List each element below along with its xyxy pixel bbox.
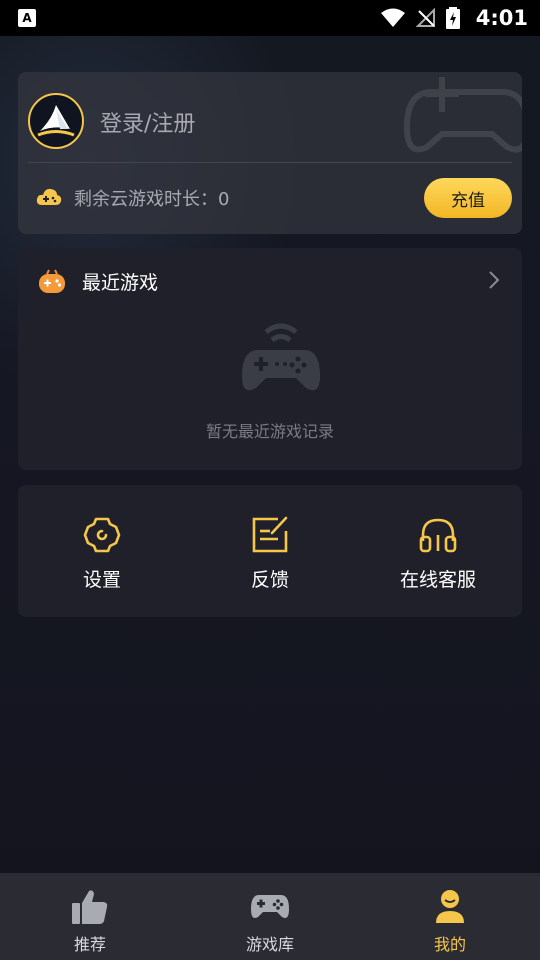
status-icons: 4:01 [380,0,528,36]
settings-label: 设置 [82,569,121,591]
avatar[interactable] [28,93,84,149]
login-card: 登录/注册 剩余云游戏时长：0 充值 [18,72,522,234]
nav-mine[interactable]: 我的 [360,873,540,960]
recent-game-icon [39,269,65,293]
user-icon [436,890,464,923]
feedback-label: 反馈 [250,569,289,591]
remaining-time-label: 剩余云游戏时长：0 [74,189,230,210]
nav-mine-label: 我的 [433,935,466,954]
profile-screen: A 4:01 登录/注册 剩余云游戏时长：0 充值 最近游戏 暂无最近游戏记录 … [0,0,540,960]
gamepad-watermark-icon [403,77,522,153]
no-signal-icon [415,8,435,27]
clock: 4:01 [475,6,528,30]
empty-gamepad-icon [242,323,320,391]
cloud-game-icon [36,188,62,205]
chevron-right-icon[interactable] [488,270,500,290]
recent-games-title: 最近游戏 [82,272,159,294]
login-register-link[interactable]: 登录/注册 [100,106,195,138]
feedback-button[interactable]: 反馈 [186,515,354,592]
divider [28,162,512,163]
wifi-icon [380,8,405,27]
bottom-nav: 推荐 游戏库 我的 [0,873,540,960]
recharge-button[interactable]: 充值 [424,178,512,218]
nav-recommend[interactable]: 推荐 [0,873,180,960]
shark-logo-icon [37,105,75,137]
gamepad-icon [251,895,289,918]
customer-service-label: 在线客服 [399,569,476,591]
notification-icon: A [18,9,36,27]
headset-icon [419,518,457,553]
thumbs-up-icon [72,890,108,924]
tools-card: 设置 反馈 在线客服 [18,485,522,617]
nav-game-library[interactable]: 游戏库 [180,873,360,960]
nav-recommend-label: 推荐 [73,935,106,954]
settings-button[interactable]: 设置 [18,515,186,592]
empty-recent-text: 暂无最近游戏记录 [205,422,334,441]
gear-icon [83,517,121,553]
recent-games-card[interactable]: 最近游戏 暂无最近游戏记录 [18,248,522,470]
status-bar: A 4:01 [0,0,540,36]
feedback-icon [252,516,288,553]
nav-game-library-label: 游戏库 [245,935,294,954]
battery-icon [445,7,460,29]
customer-service-button[interactable]: 在线客服 [354,515,522,592]
